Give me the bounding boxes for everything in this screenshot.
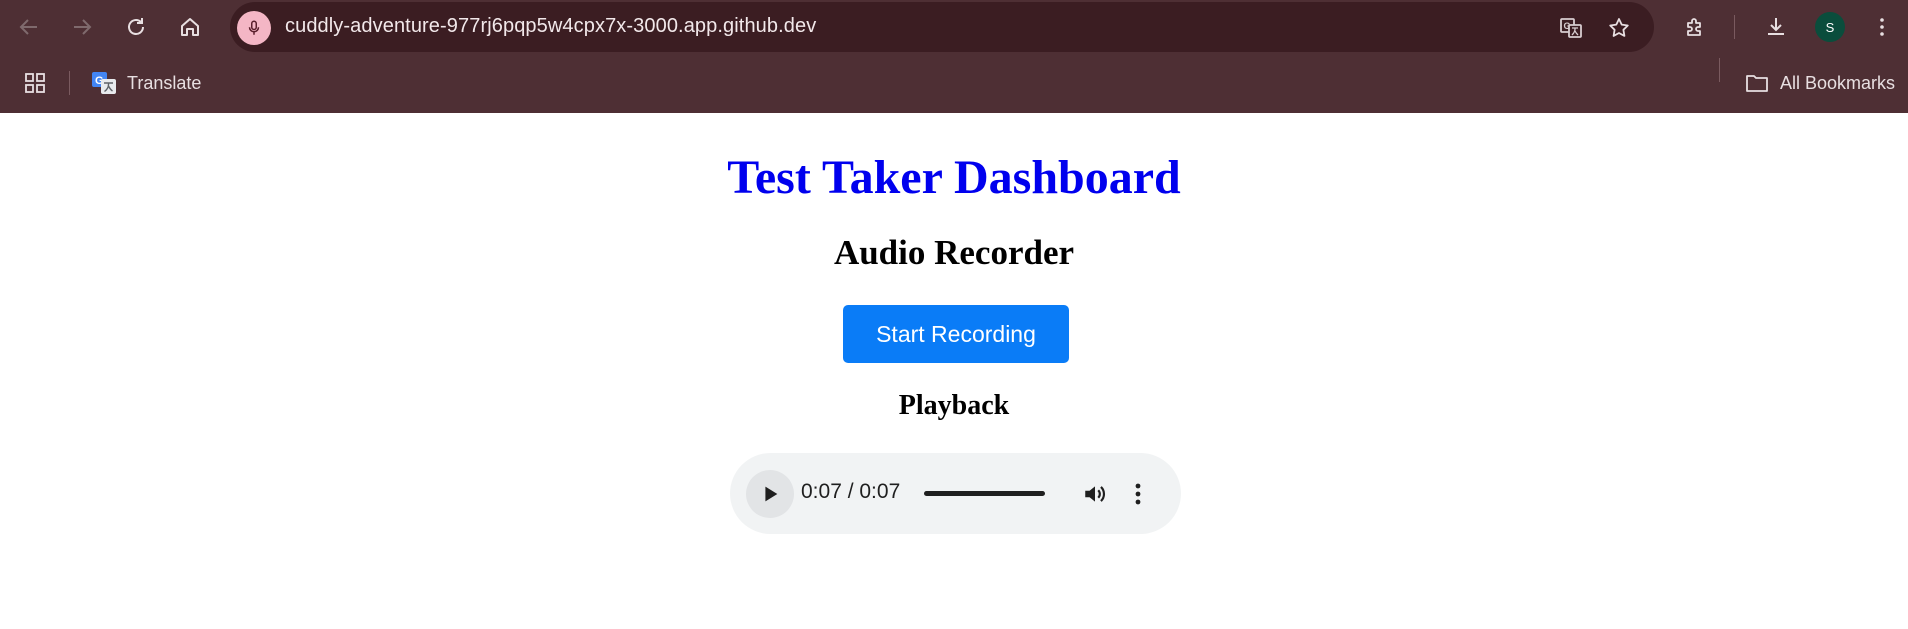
apps-grid-icon [25,73,45,93]
translate-icon: G [1560,18,1582,38]
star-icon [1609,18,1629,37]
bookmarks-bar: G Translate All Bookmarks [0,54,1908,113]
browser-menu-button[interactable] [1863,8,1901,46]
home-button[interactable] [171,8,209,46]
reload-button[interactable] [117,8,155,46]
more-vertical-icon [1135,483,1141,505]
reload-icon [128,18,144,35]
audio-player[interactable]: 0:07 / 0:07 [730,453,1181,534]
puzzle-icon [1687,18,1701,36]
kebab-menu-icon [1880,18,1884,36]
page-title: Test Taker Dashboard [727,151,1181,204]
voice-search-button[interactable] [237,11,271,45]
start-recording-button[interactable]: Start Recording [843,305,1069,363]
progress-slider[interactable] [924,491,1045,496]
bookmark-translate[interactable]: G Translate [91,70,201,96]
extensions-button[interactable] [1676,8,1714,46]
address-bar[interactable]: cuddly-adventure-977rj6pqp5w4cpx7x-3000.… [230,2,1654,52]
playback-heading: Playback [898,390,1010,421]
play-icon [765,486,778,502]
player-options-button[interactable] [1128,479,1148,509]
url-text[interactable]: cuddly-adventure-977rj6pqp5w4cpx7x-3000.… [285,15,816,38]
bookmark-star-button[interactable] [1605,14,1633,42]
home-icon [181,18,199,36]
profile-avatar[interactable]: S [1815,12,1845,42]
playback-time: 0:07 / 0:07 [801,480,901,503]
volume-button[interactable] [1080,479,1110,509]
back-button[interactable] [10,8,48,46]
browser-toolbar: cuddly-adventure-977rj6pqp5w4cpx7x-3000.… [0,0,1908,54]
page-content: Test Taker Dashboard Audio Recorder Star… [0,113,1908,629]
play-button[interactable] [746,470,794,518]
download-icon [1768,18,1784,35]
bookmarks-divider [69,71,70,95]
arrow-right-icon [74,19,92,35]
all-bookmarks-divider [1719,58,1720,82]
apps-button[interactable] [16,64,54,102]
microphone-icon [248,20,260,35]
translate-page-button[interactable]: G [1557,14,1585,42]
forward-button[interactable] [63,8,101,46]
folder-icon [1746,75,1768,92]
all-bookmarks-label: All Bookmarks [1780,72,1896,93]
bookmark-translate-label: Translate [127,72,202,93]
all-bookmarks-button[interactable]: All Bookmarks [1744,70,1895,96]
downloads-button[interactable] [1757,8,1795,46]
toolbar-divider [1734,15,1735,39]
google-translate-icon: G [92,72,116,94]
arrow-left-icon [19,19,37,35]
volume-icon [1085,486,1105,502]
audio-recorder-heading: Audio Recorder [833,233,1075,272]
